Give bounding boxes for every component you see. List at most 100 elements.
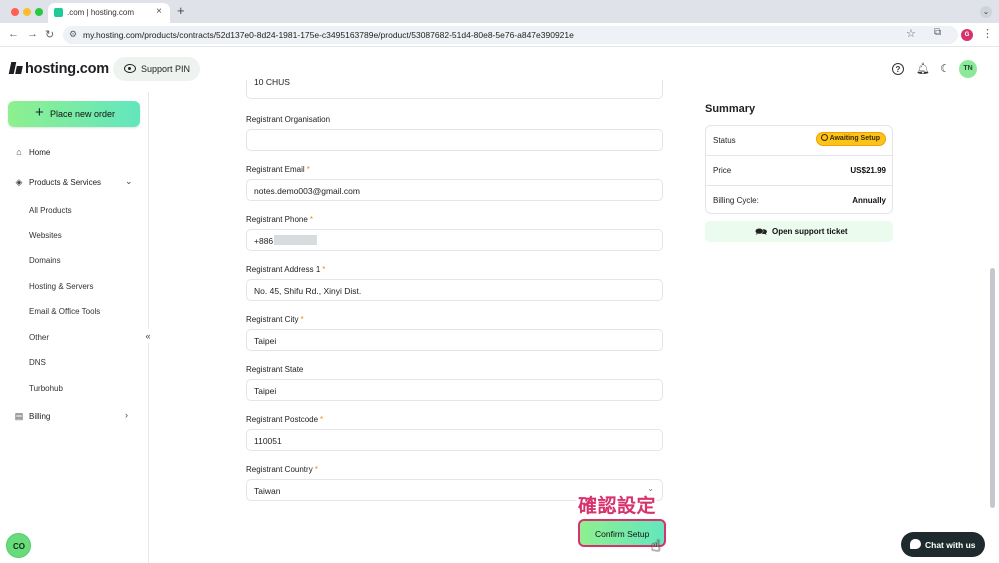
browser-menu-icon[interactable]: ⋮ xyxy=(982,27,993,40)
new-tab-button[interactable]: + xyxy=(177,3,185,18)
registrant-organisation-input[interactable] xyxy=(246,129,663,151)
sidebar-subitem-websites[interactable]: Websites xyxy=(0,227,149,245)
chevron-down-icon: ⌄ xyxy=(125,176,133,186)
field-label: Registrant State xyxy=(246,365,303,374)
required-mark: * xyxy=(322,265,326,274)
back-arrow-icon[interactable]: ← xyxy=(8,28,19,40)
confirm-setup-label: Confirm Setup xyxy=(595,529,650,539)
eye-icon xyxy=(124,64,136,73)
registrant-email-input[interactable]: notes.demo003@gmail.com xyxy=(246,179,663,201)
favicon-icon xyxy=(54,8,63,17)
logo-text: hosting.com xyxy=(25,61,109,77)
page-scrollbar[interactable] xyxy=(990,268,995,508)
sidebar-subitem-label: Websites xyxy=(29,231,62,240)
helper-bubble-label: CO xyxy=(13,542,25,551)
place-new-order-button[interactable]: + Place new order xyxy=(8,101,140,127)
field-value: Taipei xyxy=(254,386,277,396)
close-window-button[interactable] xyxy=(11,8,19,16)
reload-icon[interactable]: ↻ xyxy=(45,28,54,41)
bookmark-star-icon[interactable]: ☆ xyxy=(906,27,916,40)
sidebar-subitem-label: All Products xyxy=(29,206,72,215)
sidebar-subitem-email-office[interactable]: Email & Office Tools xyxy=(0,303,149,321)
help-icon[interactable]: ? xyxy=(892,63,904,75)
field-value: +886 xyxy=(254,236,274,246)
summary-title: Summary xyxy=(705,103,756,115)
field-value: No. 45, Shifu Rd., Xinyi Dist. xyxy=(254,286,362,296)
registrant-city-input[interactable]: Taipei xyxy=(246,329,663,351)
bell-icon[interactable]: 🔔︎ xyxy=(916,63,930,75)
field-value: 110051 xyxy=(254,436,282,446)
sidebar-subitem-other[interactable]: Other xyxy=(0,329,149,347)
helper-bubble-button[interactable]: CO xyxy=(6,533,31,558)
registrant-phone-input[interactable]: +886 xyxy=(246,229,663,251)
field-label: Registrant Organisation xyxy=(246,115,330,124)
sidebar: + Place new order ⌂ Home ◈ Products & Se… xyxy=(0,92,149,563)
field-label: Registrant City * xyxy=(246,315,304,324)
summary-key: Price xyxy=(713,166,732,175)
tab-title: .com | hosting.com xyxy=(67,8,134,17)
minimize-window-button[interactable] xyxy=(23,8,31,16)
sidebar-subitem-label: Hosting & Servers xyxy=(29,282,94,291)
sidebar-item-label: Home xyxy=(29,148,51,157)
sidebar-subitem-domains[interactable]: Domains xyxy=(0,252,149,270)
chat-bubbles-icon: 🗪︎ xyxy=(755,227,768,238)
summary-row-price: Price US$21.99 xyxy=(706,156,892,186)
sidebar-item-products-services[interactable]: ◈ Products & Services ⌄ xyxy=(0,174,149,192)
profile-avatar[interactable]: G xyxy=(961,29,973,41)
place-order-label: Place new order xyxy=(50,109,116,119)
support-pin-button[interactable]: Support PIN xyxy=(113,57,200,81)
url-field[interactable]: ⚙ my.hosting.com/products/contracts/52d1… xyxy=(63,26,958,44)
redacted-block xyxy=(274,235,317,245)
support-pin-label: Support PIN xyxy=(141,64,191,74)
field-label: Registrant Postcode * xyxy=(246,415,323,424)
billing-cycle-value: Annually xyxy=(852,196,886,205)
chat-icon xyxy=(910,539,921,549)
annotation-text: 確認設定 xyxy=(578,495,657,517)
hosting-logo[interactable]: hosting.com xyxy=(10,61,109,77)
extensions-icon[interactable]: ⧉ xyxy=(934,27,941,38)
sidebar-item-billing[interactable]: ▤ Billing › xyxy=(0,408,149,426)
registrant-postcode-input[interactable]: 110051 xyxy=(246,429,663,451)
hand-cursor-icon: ☝︎ xyxy=(651,538,661,555)
open-support-ticket-button[interactable]: 🗪︎ Open support ticket xyxy=(705,221,893,242)
field-label: Registrant Address 1 * xyxy=(246,265,325,274)
field-label: Registrant Phone * xyxy=(246,215,313,224)
status-badge-text: Awaiting Setup xyxy=(829,135,880,142)
registrant-address-input[interactable]: No. 45, Shifu Rd., Xinyi Dist. xyxy=(246,279,663,301)
url-text: my.hosting.com/products/contracts/52d137… xyxy=(83,30,574,40)
sidebar-subitem-label: Domains xyxy=(29,256,61,265)
document-icon: ▤ xyxy=(14,411,24,421)
field-value: Taipei xyxy=(254,336,277,346)
field-label-text: Registrant Organisation xyxy=(246,115,331,124)
moon-icon[interactable]: ☾ xyxy=(939,63,951,75)
forward-arrow-icon[interactable]: → xyxy=(27,28,38,40)
home-icon: ⌂ xyxy=(16,147,22,157)
maximize-window-button[interactable] xyxy=(35,8,43,16)
field-label: Registrant Email * xyxy=(246,165,310,174)
address-bar: ← → ↻ ⚙ my.hosting.com/products/contract… xyxy=(0,23,999,47)
sidebar-subitem-dns[interactable]: DNS xyxy=(0,354,149,372)
field-label-text: Registrant Phone xyxy=(246,215,308,224)
sidebar-subitem-all-products[interactable]: All Products xyxy=(0,202,149,220)
field-label-text: Registrant Address 1 xyxy=(246,265,321,274)
sidebar-item-label: Products & Services xyxy=(29,178,102,187)
required-mark: * xyxy=(320,415,324,424)
sidebar-subitem-label: DNS xyxy=(29,358,46,367)
chevron-right-icon: › xyxy=(125,410,128,420)
sidebar-subitem-hosting-servers[interactable]: Hosting & Servers xyxy=(0,278,149,296)
sidebar-subitem-turbohub[interactable]: Turbohub xyxy=(0,380,149,398)
field-label-text: Registrant Country xyxy=(246,465,313,474)
user-avatar[interactable]: TN xyxy=(959,60,977,78)
site-settings-icon[interactable]: ⚙ xyxy=(69,29,77,40)
required-mark: * xyxy=(309,215,313,224)
chat-with-us-button[interactable]: Chat with us xyxy=(901,532,985,557)
tab-close-icon[interactable]: × xyxy=(156,6,162,17)
field-label-text: Registrant City xyxy=(246,315,299,324)
tab-search-icon[interactable]: ⌄ xyxy=(980,6,992,18)
browser-tab[interactable]: .com | hosting.com × xyxy=(48,3,170,23)
registrant-state-input[interactable]: Taipei xyxy=(246,379,663,401)
collapse-sidebar-button[interactable]: « xyxy=(141,329,155,343)
required-mark: * xyxy=(306,165,310,174)
clipped-input[interactable]: 10 CHUS xyxy=(246,77,663,99)
sidebar-item-home[interactable]: ⌂ Home xyxy=(0,144,149,162)
